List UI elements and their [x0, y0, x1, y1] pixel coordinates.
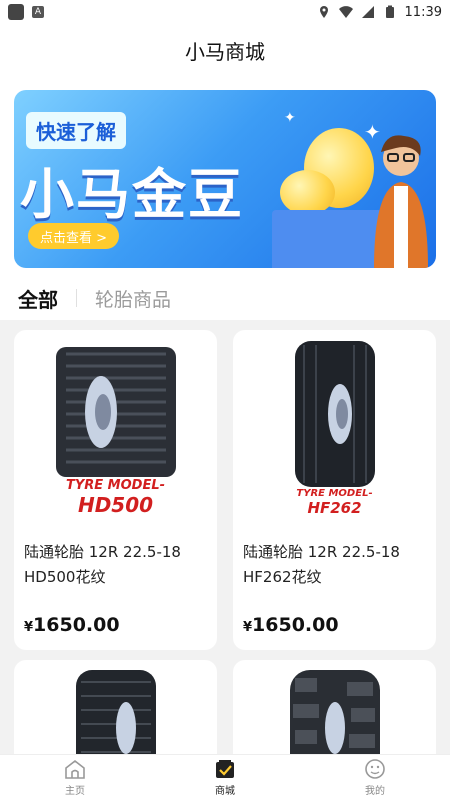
signal-icon [361, 6, 374, 18]
product-price: ¥1650.00 [24, 614, 120, 636]
product-grid-area: TYRE MODEL- HD500 陆通轮胎 12R 22.5-18 HD500… [0, 320, 450, 754]
page-title: 小马商城 [185, 39, 265, 64]
gold-bean-icon [280, 170, 335, 215]
product-card[interactable] [233, 660, 436, 754]
mascot-illustration [374, 135, 428, 268]
notification-icon [8, 4, 24, 20]
model-line1: TYRE MODEL- [296, 488, 373, 499]
nav-home-label: 主页 [65, 786, 85, 797]
product-image: TYRE MODEL- HF262 [233, 330, 436, 530]
product-title: 陆通轮胎 12R 22.5-18 HF262花纹 [243, 543, 400, 586]
sparkle-icon: ✦ [284, 110, 296, 126]
product-image: TYRE MODEL- HD500 [14, 330, 217, 530]
tire-image [75, 670, 156, 754]
tab-tire-products[interactable]: 轮胎商品 [95, 268, 171, 328]
price-value: 1650.00 [33, 614, 120, 636]
nav-shop[interactable]: 商城 [175, 758, 275, 797]
product-price: ¥1650.00 [243, 614, 339, 636]
tab-divider [76, 289, 77, 307]
status-bar: A 11:39 [0, 0, 450, 24]
location-icon [319, 6, 328, 18]
product-grid: TYRE MODEL- HD500 陆通轮胎 12R 22.5-18 HD500… [14, 330, 436, 754]
model-label: TYRE MODEL- HF262 [233, 488, 436, 517]
banner-headline: 小马金豆 [20, 163, 244, 226]
nav-profile-label: 我的 [365, 786, 385, 797]
tire-image [289, 670, 380, 754]
price-value: 1650.00 [252, 614, 339, 636]
status-left: A [8, 4, 44, 20]
status-right: 11:39 [317, 5, 442, 20]
bottom-nav: 主页 商城 我的 [0, 754, 450, 800]
product-image [233, 660, 436, 754]
currency-symbol: ¥ [243, 620, 253, 635]
app-badge-icon: A [32, 6, 44, 18]
model-line1: TYRE MODEL- [65, 478, 166, 493]
promo-banner[interactable]: ✦ ✦ 快速了解 小马金豆 点击查看 > [14, 90, 436, 268]
currency-symbol: ¥ [24, 620, 34, 635]
shop-icon [216, 760, 234, 778]
banner-tag: 快速了解 [26, 112, 126, 149]
product-title: 陆通轮胎 12R 22.5-18 HD500花纹 [24, 543, 181, 586]
battery-icon [385, 5, 394, 18]
home-icon [65, 759, 85, 779]
banner-cta-button[interactable]: 点击查看 > [28, 223, 120, 249]
profile-icon [365, 759, 385, 779]
product-card[interactable]: TYRE MODEL- HD500 陆通轮胎 12R 22.5-18 HD500… [14, 330, 217, 650]
tab-all[interactable]: 全部 [18, 268, 58, 328]
product-card[interactable]: TYRE MODEL- HF262 陆通轮胎 12R 22.5-18 HF262… [233, 330, 436, 650]
nav-profile[interactable]: 我的 [325, 758, 425, 797]
model-line2: HD500 [77, 493, 154, 517]
nav-home[interactable]: 主页 [25, 758, 125, 797]
tire-image [55, 347, 176, 477]
product-image [14, 660, 217, 754]
nav-shop-label: 商城 [215, 786, 235, 797]
tire-image [294, 341, 375, 487]
status-time: 11:39 [404, 4, 442, 20]
wifi-icon [338, 6, 353, 18]
product-card[interactable] [14, 660, 217, 754]
model-line2: HF262 [307, 499, 362, 517]
category-tabs: 全部 轮胎商品 [0, 268, 450, 328]
model-label: TYRE MODEL- HD500 [14, 478, 217, 517]
